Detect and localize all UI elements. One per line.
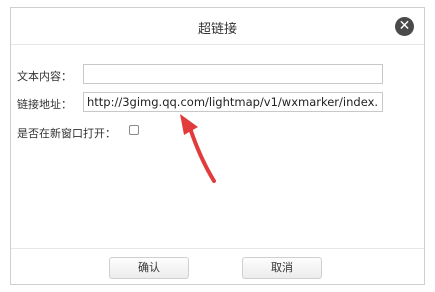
text-content-input[interactable] <box>83 64 383 84</box>
dialog-title-bar: 超链接 ✕ <box>11 8 424 45</box>
close-icon[interactable]: ✕ <box>395 17 414 36</box>
confirm-button[interactable]: 确认 <box>109 257 189 279</box>
new-window-label: 是否在新窗口打开： <box>17 127 116 140</box>
hyperlink-dialog: 超链接 ✕ 文本内容： 链接地址： 是否在新窗口打开： 确认 取消 <box>10 7 425 285</box>
link-address-label: 链接地址： <box>17 98 72 111</box>
link-address-input[interactable] <box>83 92 383 112</box>
text-content-label: 文本内容： <box>17 70 72 83</box>
new-window-checkbox[interactable] <box>129 125 139 135</box>
footer-divider <box>11 248 424 249</box>
cancel-button[interactable]: 取消 <box>242 257 322 279</box>
dialog-title: 超链接 <box>197 22 237 37</box>
